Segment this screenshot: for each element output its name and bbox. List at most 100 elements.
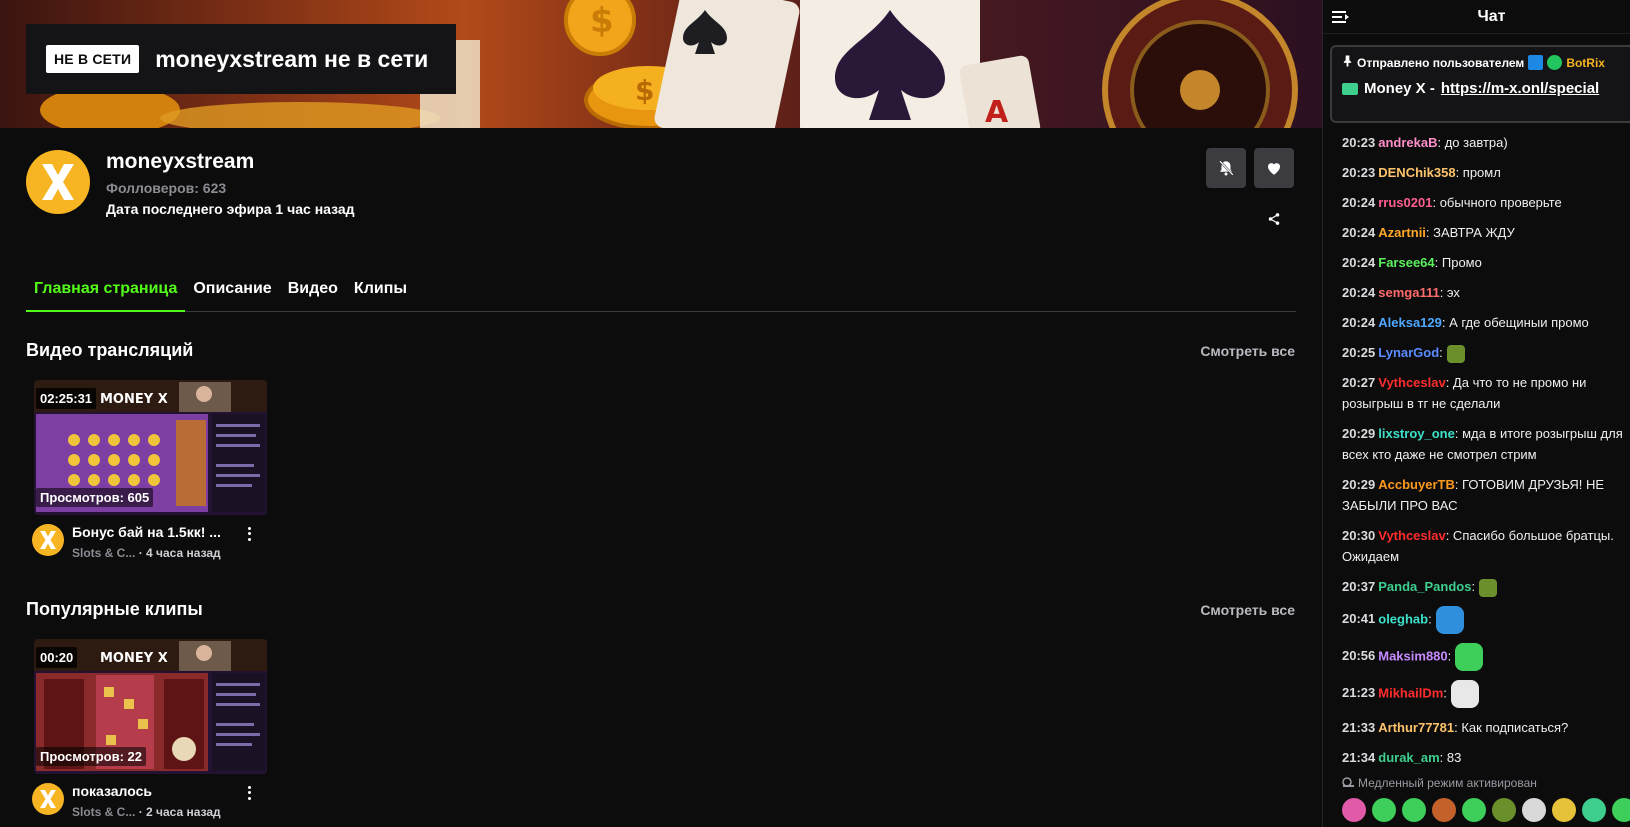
emote-icon[interactable] (1372, 798, 1396, 822)
tab-clips[interactable]: Клипы (346, 272, 415, 312)
message-username[interactable]: durak_am (1378, 750, 1439, 765)
video-thumbnail[interactable]: MONEY X 02:25:31 Просмотров: 605 (34, 380, 267, 515)
share-button[interactable] (1263, 208, 1285, 230)
brand-watermark: MONEY X (100, 651, 168, 666)
message-time: 20:41 (1342, 611, 1376, 627)
message-time: 20:24 (1342, 315, 1376, 330)
message-text: : (1428, 611, 1432, 627)
message-username[interactable]: Arthur77781 (1378, 720, 1454, 735)
emote-icon[interactable] (1450, 680, 1479, 708)
message-username[interactable]: Panda_Pandos (1378, 579, 1471, 594)
channel-avatar[interactable] (26, 150, 90, 214)
chat-message: 20:27 Vythceslav: Да что то не промо ни р… (1342, 372, 1630, 414)
emote-icon[interactable] (1479, 578, 1498, 597)
message-time: 20:24 (1342, 285, 1376, 300)
emote-icon[interactable] (1446, 344, 1465, 363)
clip-thumbnail[interactable]: MONEY X 00:20 Просмотров: 22 (34, 639, 267, 774)
message-text: : промл (1455, 165, 1501, 180)
emote-icon[interactable] (1552, 798, 1576, 822)
message-time: 21:23 (1342, 685, 1376, 701)
heart-icon (1268, 163, 1280, 175)
video-title[interactable]: Бонус бай на 1.5кк! ... (72, 524, 232, 540)
message-username[interactable]: LynarGod (1378, 345, 1439, 360)
chat-message: 20:41 oleghab: (1342, 606, 1630, 634)
emote-icon[interactable] (1342, 798, 1366, 822)
video-duration: 02:25:31 (36, 388, 97, 409)
emote-icon[interactable] (1522, 798, 1546, 822)
message-username[interactable]: Vythceslav (1378, 528, 1445, 543)
message-username[interactable]: Azartnii (1378, 225, 1426, 240)
collapse-chat-icon[interactable] (1331, 7, 1351, 27)
video-menu-icon[interactable] (244, 526, 254, 542)
message-username[interactable]: andrekaB (1378, 135, 1437, 150)
message-time: 20:23 (1342, 135, 1376, 150)
bell-off-icon (1219, 160, 1234, 176)
message-text: : обычного проверьте (1432, 195, 1562, 210)
message-text: : Промо (1434, 255, 1482, 270)
channel-name[interactable]: moneyxstream (106, 150, 254, 174)
message-time: 20:23 (1342, 165, 1376, 180)
slow-mode-text: Медленный режим активирован (1358, 776, 1537, 790)
offline-badge: НЕ В СЕТИ (46, 45, 140, 73)
message-time: 20:29 (1342, 426, 1376, 441)
tab-videos[interactable]: Видео (280, 272, 346, 312)
video-category[interactable]: Slots & C... (72, 546, 135, 560)
message-text: : (1447, 648, 1452, 664)
clip-channel-avatar[interactable] (32, 783, 64, 815)
emote-icon[interactable] (1435, 606, 1464, 634)
videos-section-title: Видео трансляций (26, 340, 194, 360)
clips-see-all-link[interactable]: Смотреть все (1200, 602, 1295, 618)
message-username[interactable]: lixstroy_one (1378, 426, 1455, 441)
message-text: : до завтра) (1437, 135, 1508, 150)
video-channel-avatar[interactable] (32, 524, 64, 556)
notifications-off-button[interactable] (1206, 148, 1246, 188)
offline-title: moneyxstream не в сети (155, 45, 429, 72)
emote-icon[interactable] (1432, 798, 1456, 822)
verified-badge-icon (1547, 55, 1563, 70)
videos-see-all-link[interactable]: Смотреть все (1200, 343, 1295, 359)
emote-icon[interactable] (1462, 798, 1486, 822)
message-text: : 83 (1439, 750, 1462, 765)
video-age: · 4 часа назад (138, 546, 221, 560)
chat-message: 21:23 MikhailDm: (1342, 680, 1630, 708)
chat-message: 20:25 LynarGod: (1342, 342, 1630, 363)
pinned-link[interactable]: https://m-x.onl/special (1441, 80, 1599, 97)
svg-text:A: A (985, 95, 1009, 128)
clip-views: Просмотров: 22 (36, 747, 146, 766)
message-username[interactable]: AccbuyerTB (1378, 477, 1455, 492)
pinned-bot-name[interactable]: BotRix (1566, 56, 1605, 70)
message-username[interactable]: Maksim880 (1378, 648, 1447, 663)
emote-icon[interactable] (1402, 798, 1426, 822)
follow-button[interactable] (1254, 148, 1294, 188)
emote-icon[interactable] (1492, 798, 1516, 822)
emote-icon[interactable] (1612, 798, 1630, 822)
message-username[interactable]: oleghab (1378, 611, 1428, 626)
message-username[interactable]: rrus0201 (1378, 195, 1432, 210)
message-username[interactable]: MikhailDm (1378, 685, 1443, 700)
clip-menu-icon[interactable] (244, 785, 254, 801)
message-username[interactable]: Farsee64 (1378, 255, 1434, 270)
chat-message: 20:24 rrus0201: обычного проверьте (1342, 192, 1630, 213)
message-text: : Как подписаться? (1454, 720, 1569, 735)
money-emoji-icon (1342, 82, 1358, 95)
message-username[interactable]: Aleksa129 (1378, 315, 1442, 330)
tab-description[interactable]: Описание (185, 272, 279, 312)
message-time: 20:37 (1342, 579, 1376, 594)
chat-title: Чат (1477, 7, 1506, 25)
slow-mode-notice: Медленный режим активирован (1342, 776, 1537, 790)
message-username[interactable]: DENChik358 (1378, 165, 1455, 180)
video-meta: Slots & C... · 4 часа назад (72, 546, 221, 560)
tab-home[interactable]: Главная страница (26, 272, 186, 312)
follower-count: Фолловеров: 623 (106, 180, 227, 196)
emote-icon[interactable] (1582, 798, 1606, 822)
message-username[interactable]: semga111 (1378, 285, 1439, 300)
pinned-by-label: Отправлено пользователем (1357, 55, 1525, 70)
chat-messages: 20:23 andrekaB: до завтра) 20:23 DENChik358… (1342, 132, 1630, 777)
message-username[interactable]: Vythceslav (1378, 375, 1445, 390)
x-logo-icon (40, 790, 56, 808)
message-time: 20:25 (1342, 345, 1376, 360)
clip-title[interactable]: показалось (72, 783, 232, 799)
emote-icon[interactable] (1455, 643, 1484, 671)
clip-category[interactable]: Slots & C... (72, 805, 135, 819)
message-text: : эх (1439, 285, 1460, 300)
